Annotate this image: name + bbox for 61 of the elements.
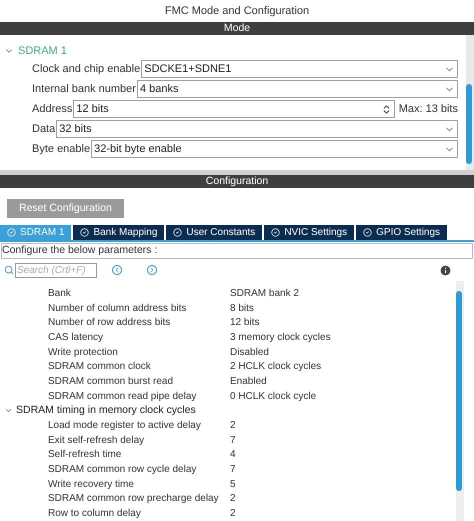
parameter-name: Write recovery time <box>47 478 135 492</box>
parameter-value: 5 <box>230 478 236 492</box>
tab[interactable]: Bank Mapping <box>73 225 164 240</box>
scrollbar[interactable] <box>456 281 464 521</box>
parameter-name: Bank <box>47 286 72 301</box>
check-circle-icon <box>271 228 280 237</box>
tab[interactable]: User Constants <box>166 225 262 240</box>
dropdown-field[interactable]: SDCKE1+SDNE1 <box>141 60 458 78</box>
parameter-value: 7 <box>230 463 236 478</box>
parameter-name: Write protection <box>47 346 119 360</box>
parameter-value: 7 <box>230 434 236 448</box>
field-label: Data <box>32 122 56 137</box>
check-circle-icon <box>80 228 90 237</box>
mode-header: Mode <box>0 22 474 35</box>
search-icon <box>4 265 14 275</box>
parameter-value: 12 bits <box>230 316 260 330</box>
parameter-value: 2 <box>230 419 236 434</box>
parameter-name: Exit self-refresh delay <box>47 434 146 448</box>
parameter-name: SDRAM common read pipe delay <box>47 390 198 404</box>
check-circle-icon <box>363 228 372 237</box>
parameter-value: 0 HCLK clock cycle <box>230 390 316 404</box>
max-note: Max: 13 bits <box>398 102 458 117</box>
parameter-value: 2 <box>230 507 236 521</box>
parameter-name: Load mode register to active delay <box>47 419 202 434</box>
parameter-value: Enabled <box>230 374 267 389</box>
dropdown-field[interactable]: 4 banks <box>136 80 458 98</box>
parameter-value: 3 memory clock cycles <box>230 330 331 345</box>
field-label: Byte enable <box>32 142 90 157</box>
parameter-value: 2 <box>230 492 236 506</box>
parameter-value: Disabled <box>230 346 269 360</box>
parameter-value: 2 HCLK clock cycles <box>230 360 322 374</box>
tab[interactable]: NVIC Settings <box>264 225 354 240</box>
check-circle-icon <box>173 228 182 237</box>
window-title: FMC Mode and Configuration <box>0 0 474 22</box>
info-icon[interactable] <box>439 264 452 276</box>
parameter-name: Number of column address bits <box>47 302 188 316</box>
scrollbar[interactable] <box>466 35 474 170</box>
field-label: Internal bank number <box>32 82 136 97</box>
parameter-value: 8 bits <box>230 302 254 316</box>
field-label: Address <box>32 102 72 117</box>
parameter-name: SDRAM common clock <box>47 360 152 374</box>
parameter-name: CAS latency <box>47 330 104 345</box>
parameter-name: Self-refresh time <box>47 448 122 462</box>
parameter-name: SDRAM common row cycle delay <box>47 463 198 478</box>
parameter-name: Row to column delay <box>47 507 142 521</box>
tab[interactable]: GPIO Settings <box>356 225 448 240</box>
previous-icon[interactable] <box>112 265 122 275</box>
tree-group-toggle[interactable]: SDRAM timing in memory clock cycles <box>0 404 456 418</box>
parameter-name: Number of row address bits <box>47 316 172 330</box>
hint-text: Configure the below parameters : <box>1 243 473 259</box>
field-label: Clock and chip enable <box>32 62 140 77</box>
dropdown-field[interactable]: 32-bit byte enable <box>91 140 458 158</box>
check-circle-icon <box>7 228 16 237</box>
parameter-name: SDRAM common row precharge delay <box>47 492 220 506</box>
parameter-name: SDRAM common burst read <box>47 374 174 389</box>
spinner-field[interactable]: 12 bits <box>73 100 395 118</box>
parameter-value: 4 <box>230 448 236 462</box>
next-icon[interactable] <box>147 265 157 275</box>
parameter-value: SDRAM bank 2 <box>230 286 299 301</box>
dropdown-field[interactable]: 32 bits <box>56 120 458 138</box>
configuration-header: Configuration <box>0 175 474 188</box>
